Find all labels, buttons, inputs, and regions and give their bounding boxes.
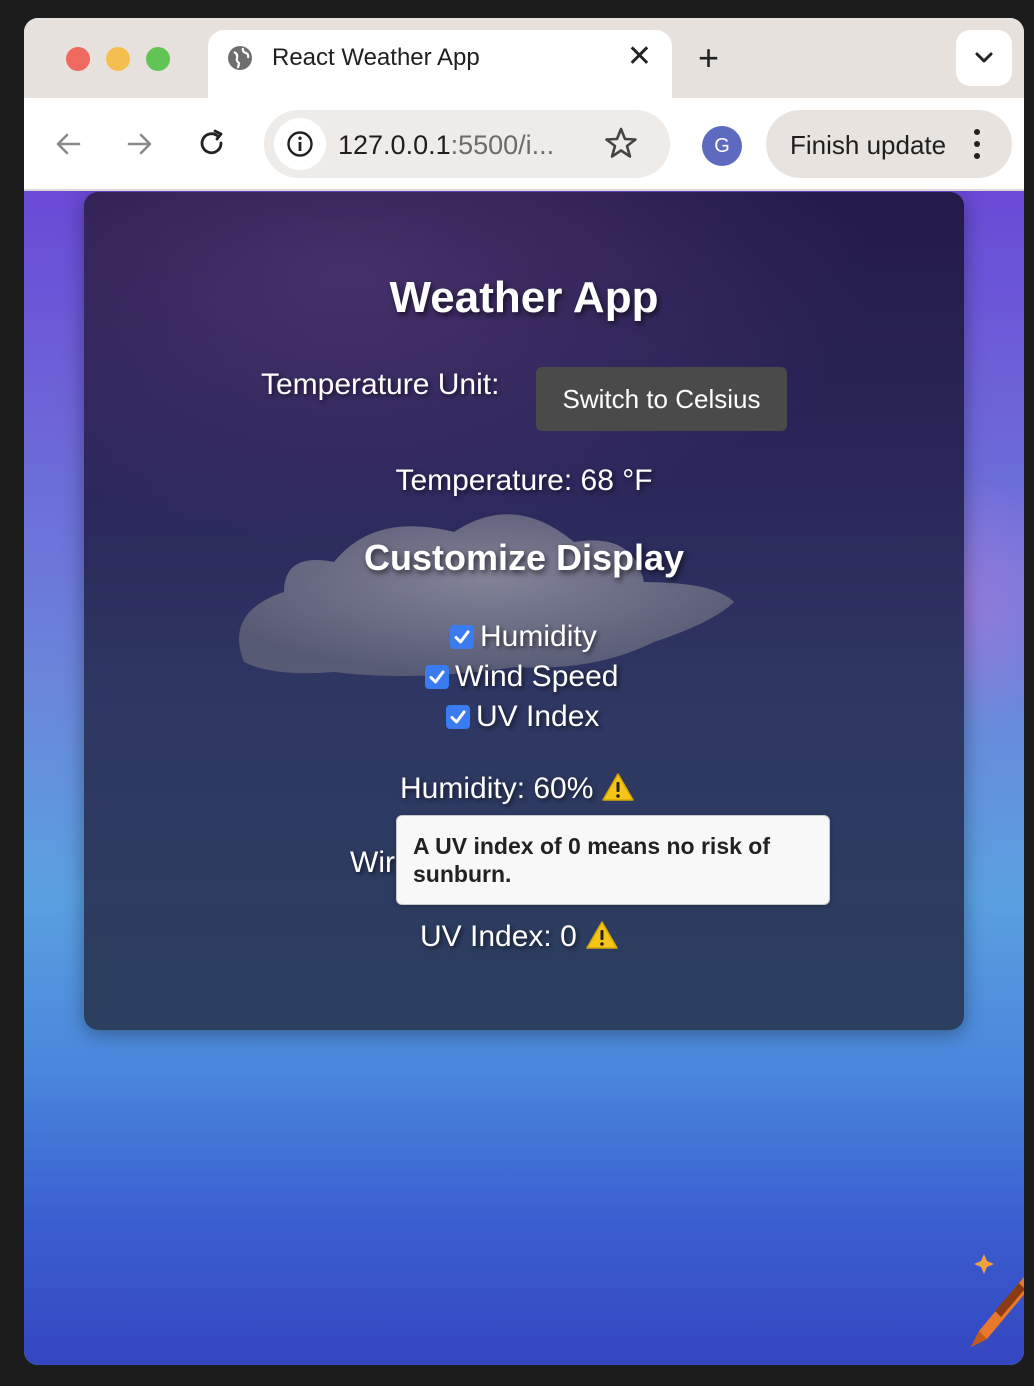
warning-icon[interactable] bbox=[585, 920, 619, 958]
checkbox-check-icon bbox=[450, 710, 466, 724]
warning-icon[interactable] bbox=[601, 772, 635, 810]
finish-update-label: Finish update bbox=[790, 130, 947, 160]
wind-speed-option[interactable]: Wind Speed bbox=[425, 660, 618, 694]
profile-avatar[interactable]: G bbox=[702, 126, 742, 166]
humidity-stat-text: Humidity: 60% bbox=[400, 772, 594, 805]
url-host: 127.0.0.1 bbox=[338, 130, 451, 160]
reload-icon[interactable] bbox=[196, 128, 228, 160]
minimize-window-button[interactable] bbox=[106, 47, 130, 71]
wind-speed-option-label: Wind Speed bbox=[455, 660, 619, 693]
temperature-value: Temperature: 68 °F bbox=[395, 464, 653, 497]
close-window-button[interactable] bbox=[66, 47, 90, 71]
back-arrow-icon[interactable] bbox=[52, 128, 84, 160]
star-icon[interactable] bbox=[604, 126, 638, 165]
tab-strip: React Weather App ✕ + bbox=[24, 18, 1024, 98]
uv-index-stat: UV Index: 0 bbox=[420, 920, 619, 958]
temperature-unit-label: Temperature Unit: bbox=[261, 368, 500, 401]
humidity-option[interactable]: Humidity bbox=[450, 620, 597, 654]
app-title: Weather App bbox=[389, 273, 659, 322]
wind-speed-stat: Wir bbox=[350, 846, 395, 879]
page-viewport: Weather App Temperature Unit: Switch to … bbox=[24, 191, 1024, 1365]
uv-index-stat-text: UV Index: 0 bbox=[420, 920, 577, 953]
site-info-button[interactable] bbox=[274, 118, 326, 170]
uv-index-checkbox[interactable] bbox=[446, 705, 470, 729]
crayon-icon[interactable] bbox=[959, 1231, 1024, 1351]
tab-react-weather-app[interactable]: React Weather App ✕ bbox=[208, 30, 672, 98]
new-tab-button[interactable]: + bbox=[698, 40, 719, 76]
humidity-option-label: Humidity bbox=[480, 620, 597, 653]
weather-card: Weather App Temperature Unit: Switch to … bbox=[84, 192, 964, 1030]
url-path: :5500/i... bbox=[450, 130, 555, 160]
checkbox-check-icon bbox=[429, 670, 445, 684]
uv-tooltip: A UV index of 0 means no risk of sunburn… bbox=[396, 815, 830, 905]
finish-update-button[interactable]: Finish update bbox=[766, 110, 1012, 178]
humidity-stat: Humidity: 60% bbox=[400, 772, 635, 810]
globe-icon bbox=[226, 44, 254, 72]
kebab-icon[interactable] bbox=[972, 128, 982, 165]
customize-display-heading: Customize Display bbox=[363, 537, 685, 578]
wind-speed-checkbox[interactable] bbox=[425, 665, 449, 689]
uv-index-option-label: UV Index bbox=[476, 700, 600, 733]
humidity-checkbox[interactable] bbox=[450, 625, 474, 649]
tab-title: React Weather App bbox=[272, 44, 480, 71]
forward-arrow-icon[interactable] bbox=[124, 128, 156, 160]
close-tab-icon[interactable]: ✕ bbox=[627, 42, 652, 72]
uv-tooltip-text: A UV index of 0 means no risk of sunburn… bbox=[413, 833, 771, 887]
address-bar[interactable]: 127.0.0.1:5500/i... bbox=[264, 110, 670, 178]
info-icon bbox=[287, 131, 313, 157]
uv-index-option[interactable]: UV Index bbox=[446, 700, 599, 734]
browser-window: React Weather App ✕ + 127.0.0.1:5500/i..… bbox=[24, 18, 1024, 1365]
url-text: 127.0.0.1:5500/i... bbox=[338, 130, 554, 160]
browser-toolbar: 127.0.0.1:5500/i... G Finish update bbox=[24, 98, 1024, 190]
maximize-window-button[interactable] bbox=[146, 47, 170, 71]
switch-unit-button[interactable]: Switch to Celsius bbox=[536, 367, 787, 431]
checkbox-check-icon bbox=[454, 630, 470, 644]
chevron-down-icon bbox=[975, 52, 993, 63]
tab-search-button[interactable] bbox=[956, 30, 1012, 86]
